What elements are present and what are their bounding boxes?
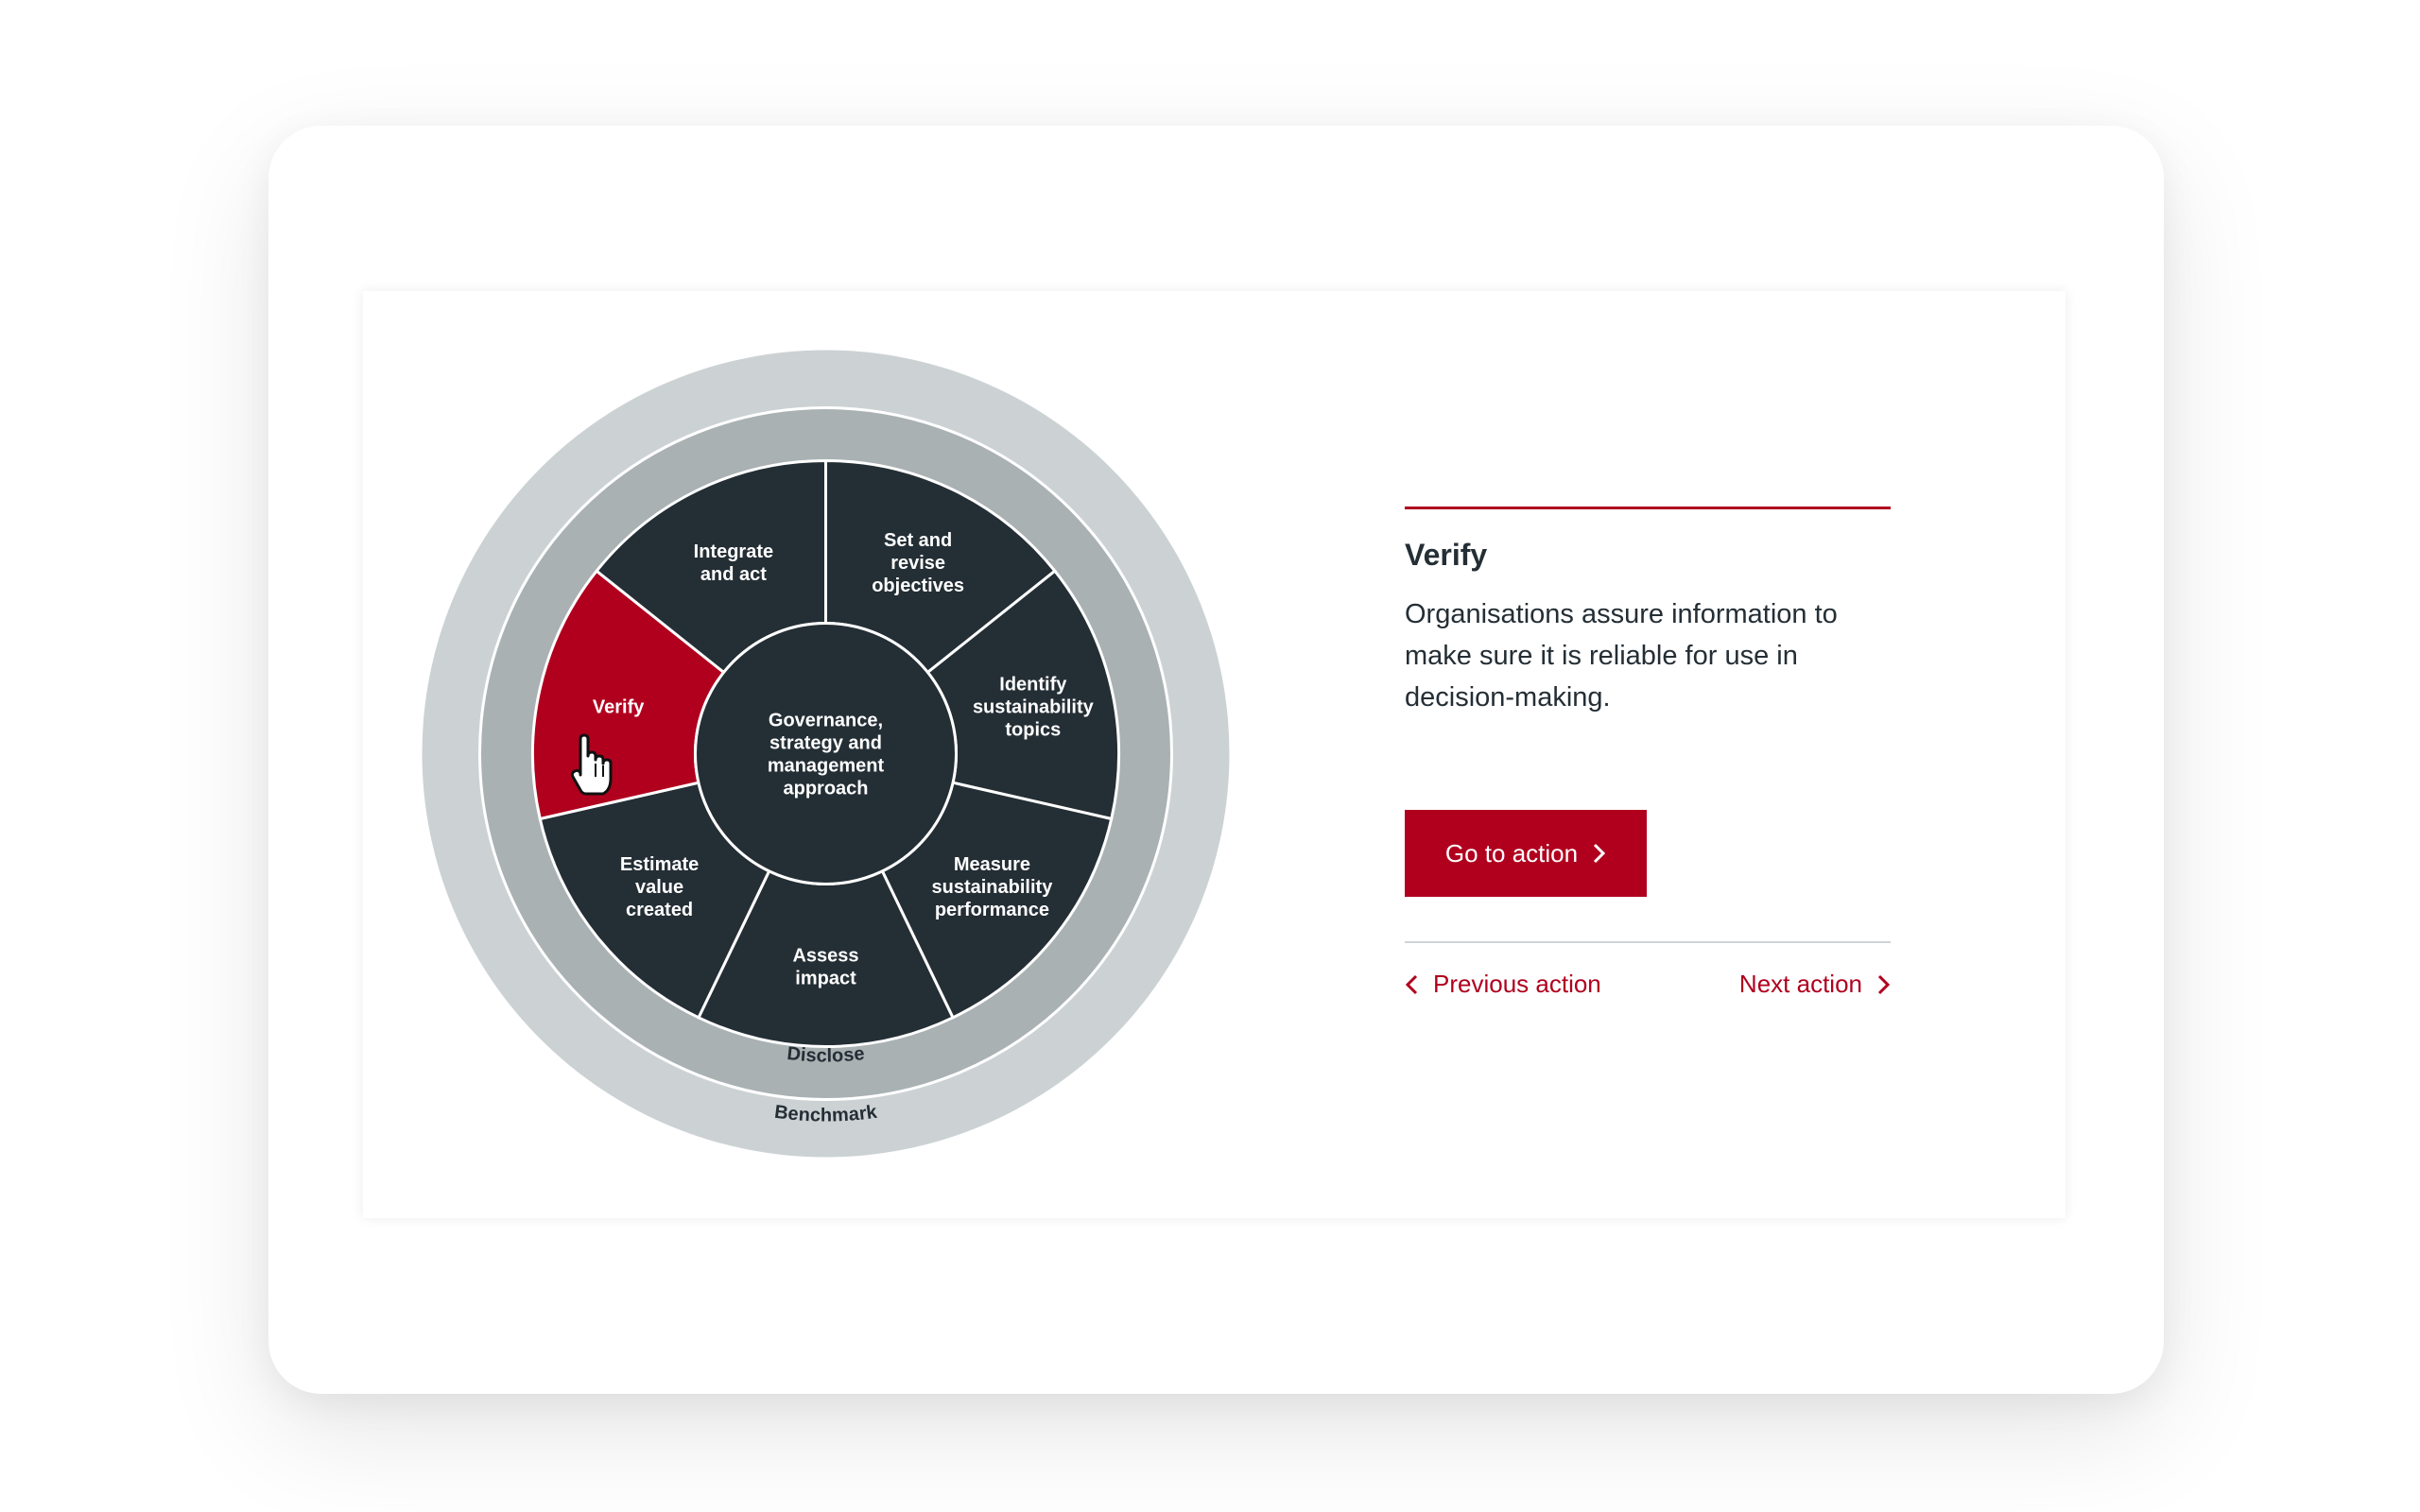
center-label-line: management [768,756,885,777]
previous-action-label: Previous action [1433,970,1601,998]
disclose-label: Disclose [786,1043,865,1067]
wheel-segment-label-line: and act [700,564,767,585]
center-label-line: approach [783,779,868,799]
nav-divider [1405,941,1891,943]
go-to-action-label: Go to action [1444,838,1579,868]
wheel-segment-label-line: Estimate [620,854,699,875]
wheel-segment-label-line: Measure [954,854,1030,875]
wheel-segment-label-line: created [626,900,693,920]
accent-rule [1405,507,1891,509]
chevron-right-icon [1877,974,1891,995]
center-label-line: Governance, [769,711,883,731]
next-action-link[interactable]: Next action [1739,970,1891,999]
wheel-segment-label-line: revise [890,553,945,574]
benchmark-label: Benchmark [773,1102,879,1126]
wheel-segment-label-line: Assess [792,946,858,967]
go-to-action-button[interactable]: Go to action [1405,810,1647,897]
previous-action-link[interactable]: Previous action [1405,970,1601,999]
next-action-label: Next action [1738,970,1862,998]
wheel-segment-label-line: Verify [593,696,645,717]
wheel-segment-label-line: objectives [872,576,964,596]
wheel-segment-label-line: performance [935,900,1049,920]
action-description: Organisations assure information to make… [1405,599,1838,713]
wheel-segment-label-line: sustainability [932,877,1054,898]
wheel-segment-label-line: value [635,877,683,898]
wheel-segment-label-line: Integrate [694,541,773,562]
wheel-segment-label-line: Set and [884,530,952,551]
chevron-left-icon [1405,974,1418,995]
sustainability-wheel: Set and revise objectivesIdentify sustainab… [422,350,1230,1158]
center-label-line: strategy and [769,733,882,754]
wheel-segment-label-line: topics [1005,719,1061,740]
wheel-segment-label-line: impact [795,969,856,989]
center-hub [694,622,958,885]
action-info: Verify Organisations assure information … [1405,507,1891,998]
action-title: Verify [1405,538,1488,572]
wheel-segment-label: Verify [593,696,645,717]
chevron-right-icon [1593,843,1606,864]
wheel-segment-label-line: sustainability [973,696,1095,717]
wheel-segment-label-line: Identify [999,674,1067,695]
